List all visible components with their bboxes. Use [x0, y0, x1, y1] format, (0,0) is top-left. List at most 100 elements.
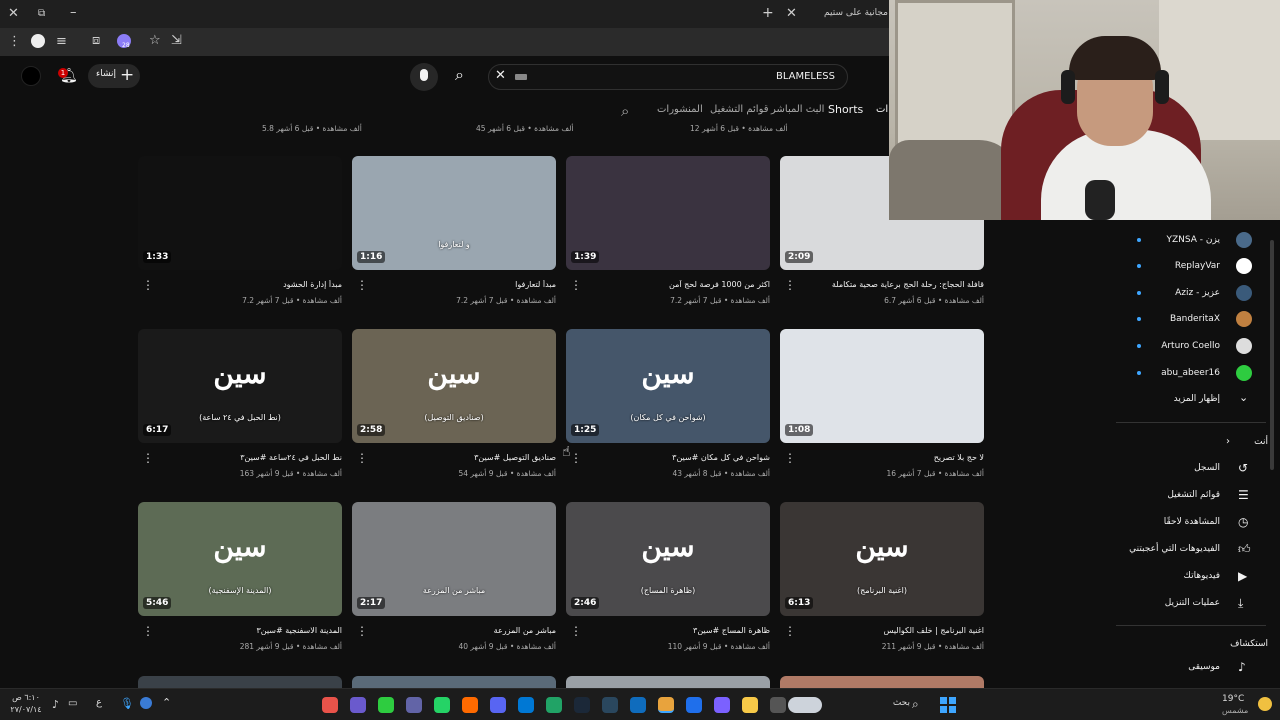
sidebar-item-subscription[interactable]: abu_abeer16 [1161, 368, 1220, 378]
subscription-avatar[interactable] [1236, 232, 1252, 248]
chrome-icon[interactable] [658, 697, 674, 713]
extensions-icon[interactable]: ⧈ [92, 34, 100, 48]
tab-posts[interactable]: المنشورات [657, 104, 703, 115]
video-card-crowd-management[interactable]: 1:33 ⋮ مبدأ إدارة الحشود 7.2 ألف مشاهدة … [138, 156, 342, 316]
sidebar-item-subscription[interactable]: BanderitaX [1170, 314, 1220, 324]
video-card-no-hajj-without-permit[interactable]: 1:08 ⋮ لا حج بلا تصريح 16 ألف مشاهدة • ق… [780, 329, 984, 489]
sidebar-scrollbar[interactable] [1270, 240, 1274, 470]
store-icon[interactable] [518, 697, 534, 713]
chevron-right-icon[interactable]: › [1226, 436, 1230, 447]
sidebar-heading-you[interactable]: أنت [1254, 437, 1268, 447]
avatar[interactable] [21, 66, 41, 86]
clock-date[interactable]: ٢٧/٠٧/١٤ [10, 705, 42, 714]
tab-live[interactable]: البث المباشر [771, 104, 824, 115]
video-title[interactable]: ظاهرة المساج #سين٣ [580, 626, 770, 635]
partial-thumb[interactable] [780, 676, 984, 688]
subscription-avatar[interactable] [1236, 285, 1252, 301]
xbox-icon[interactable] [546, 697, 562, 713]
taskview-icon[interactable] [770, 697, 786, 713]
video-thumbnail[interactable]: سين (المدينة الإسفنجية) 5:46 [138, 502, 342, 616]
video-thumbnail[interactable]: سين (ظاهرة المساج) 2:46 [566, 502, 770, 616]
video-title[interactable]: قافلة الحجاج: رحلة الحج برعاية صحية متكا… [794, 280, 984, 289]
edge-icon[interactable] [630, 697, 646, 713]
tab-videos-cut[interactable]: ات [876, 104, 888, 115]
video-title[interactable]: اغنية البرنامج | خلف الكواليس [794, 626, 984, 635]
taskbar-search-label[interactable]: بحث [880, 698, 910, 708]
steam-icon[interactable] [574, 697, 590, 713]
video-title[interactable]: لا حج بلا تصريح [794, 453, 984, 462]
mail-icon[interactable] [686, 697, 702, 713]
tray-app-icon[interactable] [140, 697, 152, 709]
close-tab-icon[interactable]: ✕ [786, 7, 797, 21]
volume-icon[interactable]: ♪ [52, 698, 59, 711]
sidebar-item-show-more[interactable]: إظهار المزيد [1174, 394, 1220, 404]
video-thumbnail[interactable]: سين (صناديق التوصيل) 2:58 [352, 329, 556, 443]
menu-dots-icon[interactable]: ⋮ [8, 35, 21, 49]
weather-temp[interactable]: 19°C [1222, 694, 1244, 704]
subscription-avatar[interactable] [1236, 338, 1252, 354]
sidebar-item-you[interactable]: قوائم التشغيل [1167, 490, 1220, 500]
video-thumbnail[interactable]: 1:39 [566, 156, 770, 270]
partial-thumb[interactable] [138, 676, 342, 688]
video-card-massage-phenomenon[interactable]: سين (ظاهرة المساج) 2:46 ⋮ ظاهرة المساج #… [566, 502, 770, 662]
taskbar-search-icon[interactable]: ⌕ [912, 697, 919, 712]
install-app-icon[interactable]: ⇲ [171, 34, 182, 48]
close-window-icon[interactable]: ✕ [8, 7, 19, 21]
search-button[interactable]: ⌕ [455, 65, 479, 91]
keyboard-icon[interactable] [515, 74, 527, 80]
video-card-to-know-each-other[interactable]: و لتعارفوا 1:16 ⋮ مبدأ لتعارفوا 7.2 ألف … [352, 156, 556, 316]
tab-shorts[interactable]: Shorts [828, 103, 863, 116]
video-card-delivery-boxes[interactable]: سين (صناديق التوصيل) 2:58 ⋮ صناديق التوص… [352, 329, 556, 489]
video-thumbnail[interactable]: سين (اغنية البرنامج) 6:13 [780, 502, 984, 616]
tab-playlists[interactable]: قوائم التشغيل [710, 104, 769, 115]
video-thumbnail[interactable]: سين (شواحن في كل مكان) 1:25 [566, 329, 770, 443]
video-title[interactable]: مباشر من المزرعة [366, 626, 556, 635]
file-explorer-icon[interactable] [742, 697, 758, 713]
sidebar-item-you[interactable]: فيديوهاتك [1184, 571, 1220, 581]
steam-alt-icon[interactable] [602, 697, 618, 713]
input-language[interactable]: ع [96, 697, 102, 708]
media-control-icon[interactable]: ≡ [56, 35, 67, 49]
sidebar-item-you[interactable]: السجل [1194, 463, 1220, 473]
voice-search-button[interactable] [410, 63, 438, 91]
mic-tray-icon[interactable]: 🎙︎ [120, 697, 134, 710]
weather-sun-icon[interactable] [1258, 697, 1272, 711]
video-title[interactable]: مبدأ لتعارفوا [366, 280, 556, 289]
partial-thumb[interactable] [566, 676, 770, 688]
tab-title[interactable]: مجانية على ستيم [808, 8, 888, 18]
bookmark-star-icon[interactable]: ☆ [149, 34, 161, 48]
sidebar-item-subscription[interactable]: ReplayVar [1175, 261, 1220, 271]
subscription-avatar[interactable] [1236, 258, 1252, 274]
clear-search-icon[interactable]: ✕ [495, 68, 506, 83]
teams-icon[interactable] [406, 697, 422, 713]
windows-start-icon[interactable] [940, 697, 956, 713]
obs-icon[interactable] [322, 697, 338, 713]
firefox-icon[interactable] [462, 697, 478, 713]
sidebar-item-you[interactable]: الفيديوهات التي أعجبتني [1129, 544, 1220, 554]
whatsapp-web-icon[interactable] [434, 697, 450, 713]
video-thumbnail[interactable]: 1:08 [780, 329, 984, 443]
video-thumbnail[interactable]: 1:33 [138, 156, 342, 270]
app-icon[interactable] [714, 697, 730, 713]
search-input[interactable]: BLAMELESS [776, 71, 835, 82]
video-card-jump-rope[interactable]: سين (نط الحبل في ٢٤ ساعة) 6:17 ⋮ نط الحب… [138, 329, 342, 489]
chevron-down-icon[interactable]: ⌄ [1239, 391, 1248, 404]
sidebar-item-subscription[interactable]: Arturo Coello [1161, 341, 1220, 351]
minimize-window-icon[interactable]: – [70, 6, 77, 20]
weather-desc[interactable]: مشمس [1222, 706, 1248, 715]
video-title[interactable]: مبدأ إدارة الحشود [152, 280, 342, 289]
discord-alt-icon[interactable] [350, 697, 366, 713]
video-title[interactable]: صناديق التوصيل #سين٣ [366, 453, 556, 462]
partial-thumb[interactable] [352, 676, 556, 688]
sidebar-item-subscription[interactable]: YZNSA - يزن [1167, 235, 1221, 245]
video-title[interactable]: شواحن في كل مكان #سين٣ [580, 453, 770, 462]
sidebar-item-you[interactable]: المشاهدة لاحقًا [1164, 517, 1220, 527]
sidebar-item-subscription[interactable]: Aziz - عزيز [1175, 288, 1220, 298]
video-card-chargers-everywhere[interactable]: سين (شواحن في كل مكان) 1:25 ⋮ شواحن في ك… [566, 329, 770, 489]
video-thumbnail[interactable]: مباشر من المزرعة 2:17 [352, 502, 556, 616]
video-thumbnail[interactable]: و لتعارفوا 1:16 [352, 156, 556, 270]
sidebar-item-you[interactable]: عمليات التنزيل [1165, 598, 1220, 608]
whatsapp-icon[interactable] [378, 697, 394, 713]
tray-overflow-icon[interactable]: ⌃ [162, 696, 171, 709]
video-card-program-song[interactable]: سين (اغنية البرنامج) 6:13 ⋮ اغنية البرنا… [780, 502, 984, 662]
